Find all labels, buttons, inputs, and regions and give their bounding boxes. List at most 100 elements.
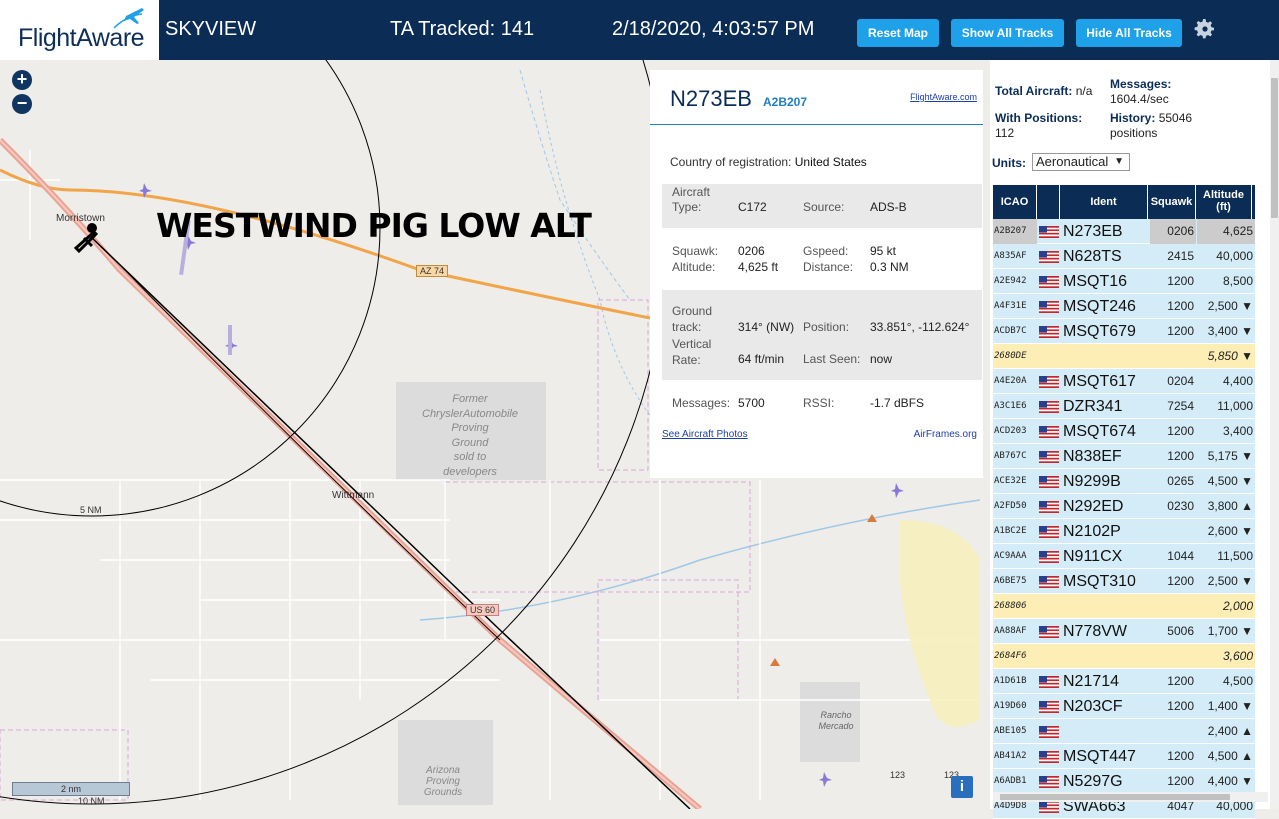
aircraft-list-panel: Total Aircraft: n/a Messages: 1604.4/sec …: [990, 60, 1279, 819]
app-name: SKYVIEW: [165, 18, 257, 40]
flightaware-logo[interactable]: FlightAware: [0, 0, 160, 60]
row-icao: ABE105: [994, 726, 1027, 736]
units-label: Units:: [992, 156, 1026, 170]
row-icao: AC9AAA: [994, 551, 1027, 561]
table-row[interactable]: 2684F6 3,600: [993, 644, 1255, 669]
map-scale-bar: 2 nm: [12, 782, 130, 796]
col-flag[interactable]: [1037, 185, 1060, 219]
airframes-link[interactable]: AirFrames.org: [914, 429, 977, 440]
table-row[interactable]: AA88AF N778VW 5006 1,700 ▼: [993, 619, 1255, 644]
reset-map-button[interactable]: Reset Map: [857, 19, 939, 47]
table-row[interactable]: ACDB7C MSQT679 1200 3,400 ▼: [993, 319, 1255, 344]
units-select[interactable]: Aeronautical ▼: [1032, 153, 1130, 171]
zoom-in-button[interactable]: +: [12, 70, 32, 90]
row-altitude: 2,600 ▼: [1207, 524, 1253, 538]
row-altitude: 2,500 ▼: [1207, 574, 1253, 588]
chevron-down-icon: ▼: [1114, 156, 1124, 167]
table-row[interactable]: AC9AAA N911CX 1044 11,500: [993, 544, 1255, 569]
row-squawk: 1200: [1167, 449, 1194, 463]
flightaware-link[interactable]: FlightAware.com: [910, 92, 977, 102]
position-label: Position:: [803, 320, 850, 334]
table-row[interactable]: AB767C N838EF 1200 5,175 ▼: [993, 444, 1255, 469]
row-altitude: 1,400 ▼: [1207, 699, 1253, 713]
table-row[interactable]: A1BC2E N2102P 2,600 ▼: [993, 519, 1255, 544]
row-icao: 2680DE: [994, 351, 1027, 361]
us-flag-icon: [1039, 751, 1059, 763]
row-ident: DZR341: [1063, 398, 1123, 415]
row-icao: A2B207: [994, 226, 1027, 236]
table-row[interactable]: ACE32E N9299B 0265 4,500 ▼: [993, 469, 1255, 494]
see-aircraft-photos-link[interactable]: See Aircraft Photos: [662, 429, 748, 440]
row-squawk: 1200: [1167, 674, 1194, 688]
col-ident[interactable]: Ident: [1060, 185, 1148, 219]
col-icao[interactable]: ICAO: [993, 185, 1037, 219]
gear-icon[interactable]: [1193, 17, 1217, 41]
horizontal-scrollbar-thumb[interactable]: [1000, 794, 1230, 800]
table-row[interactable]: A2FD50 N292ED 0230 3,800 ▲: [993, 494, 1255, 519]
table-row[interactable]: 268806 2,000: [993, 594, 1255, 619]
hide-all-tracks-button[interactable]: Hide All Tracks: [1076, 19, 1182, 47]
row-icao: A2E942: [994, 276, 1027, 286]
table-row[interactable]: AB41A2 MSQT447 1200 4,500 ▲: [993, 744, 1255, 769]
row-icao: AB41A2: [994, 751, 1027, 761]
row-icao: AA88AF: [994, 626, 1027, 636]
table-row[interactable]: A2E942 MSQT16 1200 8,500: [993, 269, 1255, 294]
label-morristown: Morristown: [56, 213, 105, 224]
row-altitude: 4,400 ▼: [1207, 774, 1253, 788]
us-flag-icon: [1039, 376, 1059, 388]
table-row[interactable]: ABE105 2,400 ▲: [993, 719, 1255, 744]
rssi-value: -1.7 dBFS: [870, 396, 925, 410]
table-row[interactable]: 2680DE 5,850 ▼: [993, 344, 1255, 369]
row-altitude: 4,500 ▲: [1207, 749, 1253, 763]
row-icao: 268806: [994, 601, 1027, 611]
table-row[interactable]: ACD203 MSQT674 1200 3,400: [993, 419, 1255, 444]
show-all-tracks-button[interactable]: Show All Tracks: [951, 19, 1064, 47]
row-ident: MSQT246: [1063, 298, 1136, 315]
table-row[interactable]: A6BE75 MSQT310 1200 2,500 ▼: [993, 569, 1255, 594]
row-altitude: 3,400 ▼: [1207, 324, 1253, 338]
label-az74: AZ 74: [416, 265, 449, 277]
row-ident: N203CF: [1063, 698, 1123, 715]
us-flag-icon: [1039, 276, 1059, 288]
us-flag-icon: [1039, 326, 1059, 338]
zoom-out-button[interactable]: −: [12, 94, 32, 114]
tracked-count: TA Tracked: 141: [390, 18, 535, 40]
row-altitude: 4,625: [1222, 224, 1253, 238]
map-info-button[interactable]: i: [951, 776, 973, 798]
row-ident: N5297G: [1063, 773, 1123, 790]
table-row[interactable]: A6ADB1 N5297G 1200 4,400 ▼: [993, 769, 1255, 794]
table-row[interactable]: A835AF N628TS 2415 40,000: [993, 244, 1255, 269]
row-altitude: 3,600: [1222, 649, 1253, 663]
with-positions: With Positions: 112: [995, 111, 1083, 140]
row-squawk: 7254: [1167, 399, 1194, 413]
table-row[interactable]: A2B207 N273EB 0206 4,625: [993, 219, 1255, 244]
table-row[interactable]: A1D61B N21714 1200 4,500: [993, 669, 1255, 694]
row-ident: N778VW: [1063, 623, 1128, 640]
col-altitude[interactable]: Altitude (ft): [1196, 185, 1252, 219]
selected-icao: A2B207: [763, 95, 808, 109]
us-flag-icon: [1039, 801, 1059, 813]
row-ident: N2102P: [1063, 523, 1121, 540]
us-flag-icon: [1039, 476, 1059, 488]
col-squawk[interactable]: Squawk: [1148, 185, 1196, 219]
row-ident: N911CX: [1063, 548, 1123, 565]
row-icao: A6BE75: [994, 576, 1027, 586]
row-squawk: 1200: [1167, 274, 1194, 288]
table-row[interactable]: A4F31E MSQT246 1200 2,500 ▼: [993, 294, 1255, 319]
row-icao: A2FD50: [994, 501, 1027, 511]
label-rancho-mercado: Rancho Mercado: [818, 710, 854, 731]
row-squawk: 1044: [1167, 549, 1194, 563]
vertical-scrollbar-thumb[interactable]: [1271, 78, 1278, 218]
table-row[interactable]: A19D60 N203CF 1200 1,400 ▼: [993, 694, 1255, 719]
table-row[interactable]: A3C1E6 DZR341 7254 11,000: [993, 394, 1255, 419]
row-ident: MSQT16: [1063, 273, 1128, 290]
table-row[interactable]: A4E20A MSQT617 0204 4,400: [993, 369, 1255, 394]
ground-track-value: 314° (NW): [738, 320, 795, 334]
us-flag-icon: [1039, 576, 1059, 588]
row-squawk: 5006: [1167, 624, 1194, 638]
row-ident: MSQT617: [1063, 373, 1136, 390]
row-altitude: 3,400: [1222, 424, 1253, 438]
row-altitude: 2,400 ▲: [1207, 724, 1253, 738]
row-altitude: 4,500: [1222, 674, 1253, 688]
squawk-label: Squawk:: [672, 244, 719, 258]
